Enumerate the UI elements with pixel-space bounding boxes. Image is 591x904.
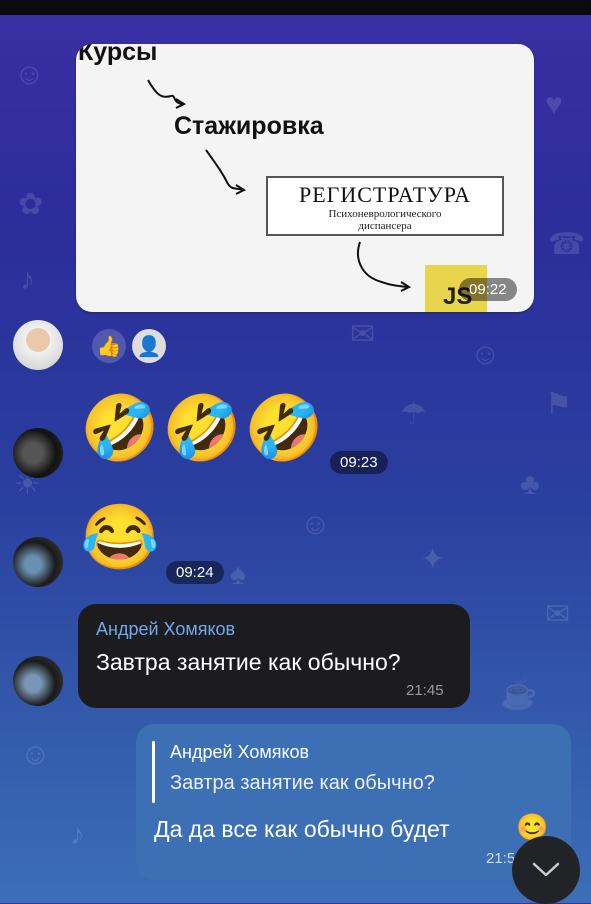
joy-emoji: 😂 (80, 501, 160, 573)
reply-quote-bar (152, 741, 155, 803)
reply-sender-name[interactable]: Андрей Хомяков (170, 742, 309, 763)
scroll-to-bottom-button[interactable] (512, 836, 580, 904)
reply-quoted-text[interactable]: Завтра занятие как обычно? (170, 772, 435, 795)
incoming-message-bubble[interactable]: Андрей Хомяков Завтра занятие как обычно… (78, 604, 470, 708)
registratura-sign: РЕГИСТРАТУРА Психоневрологического диспа… (266, 176, 504, 236)
rofl-emoji: 🤣 (162, 392, 242, 464)
avatar[interactable] (13, 537, 63, 587)
registratura-title: РЕГИСТРАТУРА (298, 182, 472, 207)
status-bar (0, 0, 591, 15)
image-text-stazhirovka: Стажировка (174, 112, 324, 140)
message-time: 21:45 (406, 682, 444, 699)
message-text: Завтра занятие как обычно? (96, 649, 401, 675)
thumbs-up-icon[interactable]: 👍 (92, 329, 126, 363)
chevron-down-icon (532, 862, 560, 877)
registratura-subtitle-2: диспансера (358, 220, 412, 232)
rofl-emoji: 🤣 (80, 392, 160, 464)
avatar[interactable] (13, 428, 63, 478)
registratura-subtitle-1: Психоневрологического (328, 208, 442, 220)
message-time: 21:5 (486, 850, 516, 867)
avatar[interactable] (13, 656, 63, 706)
message-reactions[interactable]: 👍 👤 (92, 329, 166, 363)
reactor-avatar: 👤 (132, 329, 166, 363)
sender-name[interactable]: Андрей Хомяков (96, 619, 235, 640)
image-message[interactable]: Курсы Стажировка РЕГИСТРАТУРА Психоневро… (76, 44, 534, 312)
message-time: 09:24 (166, 561, 224, 584)
message-time: 09:23 (330, 451, 388, 474)
avatar[interactable] (13, 320, 63, 370)
rofl-emoji: 🤣 (244, 392, 324, 464)
outgoing-message-bubble[interactable]: Андрей Хомяков Завтра занятие как обычно… (136, 724, 571, 880)
message-text: Да да все как обычно будет (154, 816, 450, 842)
message-time: 09:22 (459, 278, 517, 301)
